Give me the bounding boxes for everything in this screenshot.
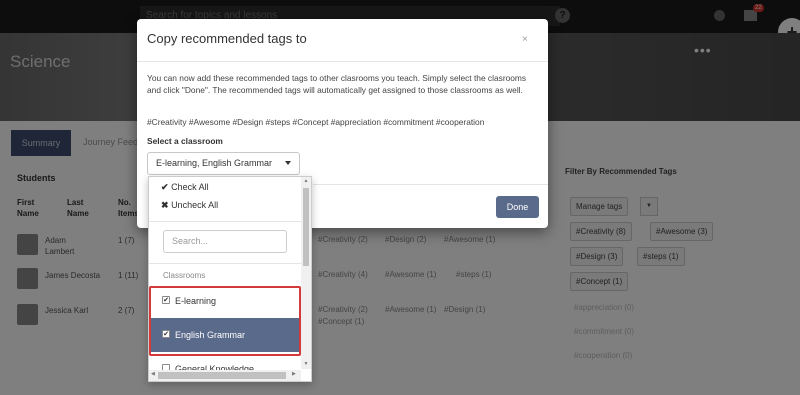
modal-title: Copy recommended tags to [147,31,307,46]
classrooms-group-label: Classrooms [163,271,206,280]
scroll-right-arrow[interactable]: ▶ [292,371,296,377]
uncheck-all-label: Uncheck All [171,200,219,210]
check-all-label: Check All [171,182,209,192]
chevron-down-icon[interactable] [285,161,291,165]
done-button[interactable]: Done [496,196,539,218]
check-icon: ✔ [161,182,169,192]
dropdown-search-input[interactable]: Search... [163,230,287,253]
select-classroom-label: Select a classroom [147,136,223,146]
x-icon: ✖ [161,200,169,210]
uncheck-all-item[interactable]: ✖ Uncheck All [161,200,218,211]
vertical-scroll-thumb[interactable] [303,188,309,266]
dropdown-divider [149,263,301,264]
dropdown-divider [149,221,301,222]
horizontal-scroll-thumb[interactable] [158,372,286,379]
modal-divider [137,61,548,62]
close-icon[interactable]: × [522,34,528,45]
classroom-select[interactable]: E-learning, English Grammar [147,152,300,175]
scroll-up-arrow[interactable]: ▲ [302,178,310,184]
scroll-down-arrow[interactable]: ▼ [302,361,310,367]
selection-highlight [149,286,301,356]
modal-tags-list: #Creativity #Awesome #Design #steps #Con… [147,117,485,127]
check-all-item[interactable]: ✔ Check All [161,182,209,193]
modal-description: You can now add these recommended tags t… [147,73,527,95]
scroll-left-arrow[interactable]: ◀ [151,371,155,377]
footer-divider [313,184,548,185]
